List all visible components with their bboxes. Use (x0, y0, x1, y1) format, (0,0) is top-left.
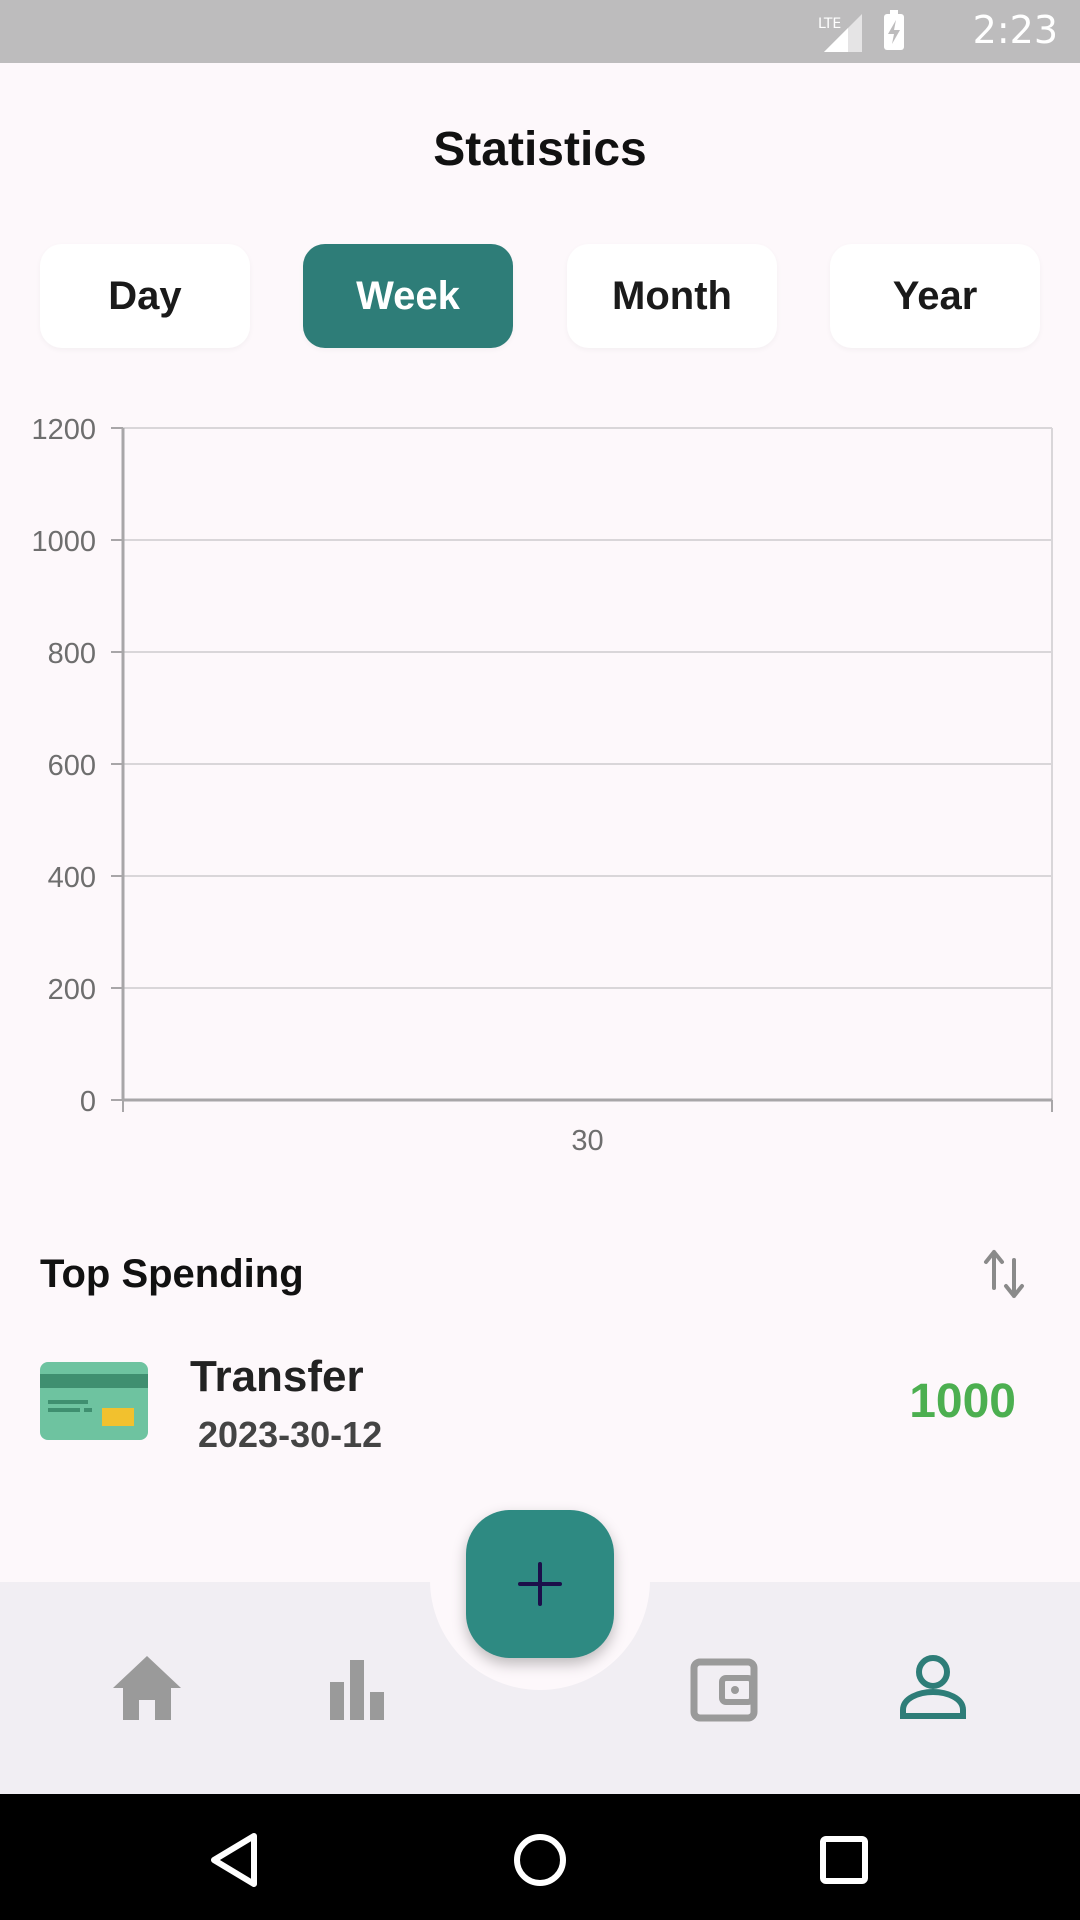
transaction-amount: 1000 (909, 1375, 1016, 1428)
tab-week[interactable]: Week (303, 244, 513, 348)
credit-card-icon (40, 1362, 148, 1440)
y-tick-label: 400 (48, 862, 96, 894)
status-time: 2:23 (972, 8, 1058, 52)
recent-apps-icon[interactable] (814, 1830, 874, 1890)
x-tick-label: 30 (571, 1125, 603, 1157)
home-button-icon[interactable] (510, 1830, 570, 1890)
add-transaction-button[interactable] (466, 1510, 614, 1658)
home-icon[interactable] (111, 1652, 183, 1724)
y-tick-label: 1000 (31, 526, 96, 558)
network-type: LTE (818, 16, 841, 32)
statistics-chart: 0 200 400 600 800 1000 1200 30 (31, 414, 1053, 1157)
back-icon[interactable] (206, 1830, 266, 1890)
y-tick-label: 200 (48, 974, 96, 1006)
y-tick-label: 800 (48, 638, 96, 670)
page-title: Statistics (433, 123, 647, 176)
wallet-icon[interactable] (688, 1652, 760, 1724)
bar-chart-icon[interactable] (320, 1652, 392, 1724)
tab-month[interactable]: Month (567, 244, 777, 348)
tab-year[interactable]: Year (830, 244, 1040, 348)
y-tick-label: 0 (80, 1086, 96, 1118)
status-bar: LTE 2:23 (0, 0, 1080, 63)
y-tick-label: 600 (48, 750, 96, 782)
plus-icon (518, 1562, 562, 1606)
status-icons: LTE (818, 10, 904, 52)
person-icon[interactable] (897, 1652, 969, 1724)
section-title-top-spending: Top Spending (40, 1252, 304, 1296)
transaction-name: Transfer (190, 1352, 364, 1401)
y-tick-label: 1200 (31, 414, 96, 446)
tab-day[interactable]: Day (40, 244, 250, 348)
transaction-date: 2023-30-12 (198, 1414, 383, 1455)
sort-icon[interactable] (982, 1248, 1026, 1300)
